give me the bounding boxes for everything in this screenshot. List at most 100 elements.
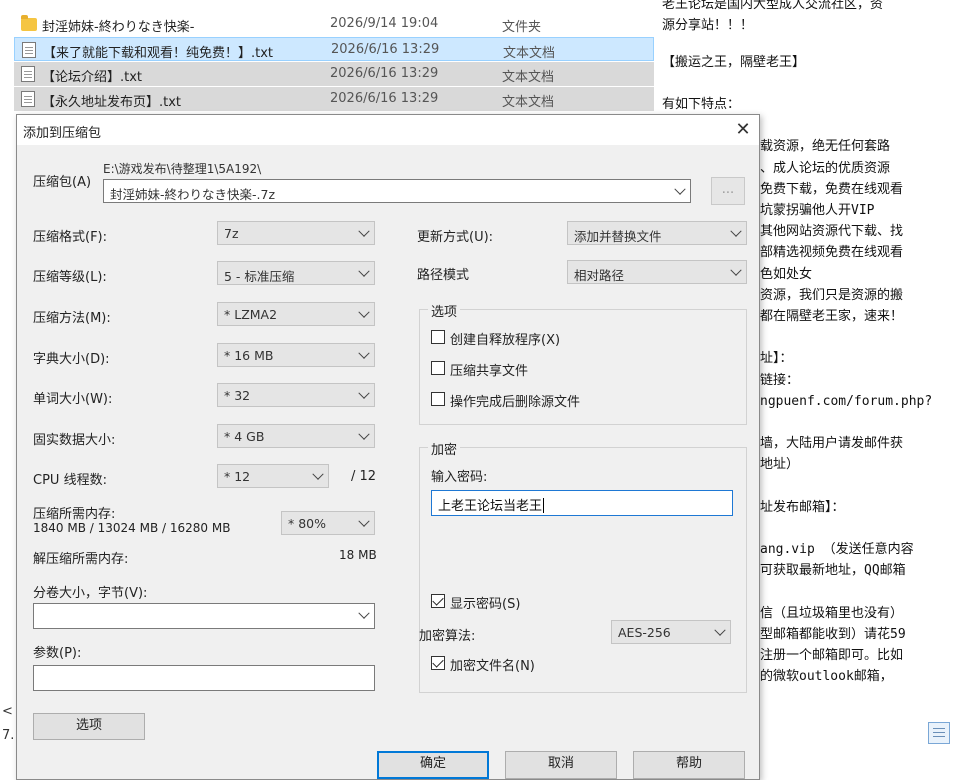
options-button[interactable]: 选项: [33, 713, 145, 740]
params-label: 参数(P):: [33, 646, 82, 661]
volume-size-combo[interactable]: [33, 603, 375, 629]
file-date: 2026/9/14 19:04: [330, 16, 439, 31]
chevron-down-icon: [358, 265, 370, 277]
method-label: 压缩方法(M):: [33, 311, 111, 326]
chevron-down-icon: [730, 225, 742, 237]
document-line: 信（且垃圾箱里也没有）: [760, 605, 904, 621]
word-label: 单词大小(W):: [33, 392, 113, 407]
solid-value: * 4 GB: [224, 429, 265, 444]
params-input[interactable]: [33, 665, 375, 691]
scroll-left-arrow[interactable]: <: [2, 704, 13, 719]
show-password-label[interactable]: 显示密码(S): [450, 593, 520, 612]
update-value: 添加并替换文件: [574, 229, 662, 244]
file-explorer-list: 封淫姉妹-終わりなき快楽- 2026/9/14 19:04 文件夹 【来了就能下…: [0, 0, 760, 112]
archive-path: E:\游戏发布\待整理1\5A192\: [103, 162, 262, 176]
level-select[interactable]: 5 - 标准压缩: [217, 261, 375, 285]
encrypt-names-label[interactable]: 加密文件名(N): [450, 655, 535, 674]
file-type: 文本文档: [503, 46, 556, 61]
file-date: 2026/6/16 13:29: [330, 66, 439, 81]
mem-percent-select[interactable]: * 80%: [281, 511, 375, 535]
archive-name-combo[interactable]: 封淫姉妹-終わりなき快楽-.7z: [103, 179, 691, 203]
help-button[interactable]: 帮助: [633, 751, 745, 779]
path-value: 相对路径: [574, 268, 625, 283]
browse-button[interactable]: ...: [711, 177, 745, 205]
word-value: * 32: [224, 388, 251, 403]
document-line: 、成人论坛的优质资源: [760, 160, 891, 176]
chevron-down-icon: [358, 306, 370, 318]
file-row[interactable]: 【永久地址发布页】.txt 2026/6/16 13:29 文本文档: [14, 87, 654, 111]
document-view-icon[interactable]: [928, 722, 950, 744]
decomp-value: 18 MB: [339, 548, 377, 562]
cpu-select[interactable]: * 12: [217, 464, 329, 488]
encrypt-names-checkbox[interactable]: [431, 656, 445, 670]
file-row[interactable]: 封淫姉妹-終わりなき快楽- 2026/9/14 19:04 文件夹: [14, 12, 654, 36]
document-line: 的微软outlook邮箱，: [760, 669, 893, 685]
algo-label: 加密算法:: [419, 629, 476, 644]
close-icon[interactable]: ✕: [729, 117, 757, 143]
status-fragment: 7.: [2, 728, 15, 743]
encryption-group-title: 加密: [428, 439, 461, 458]
update-select[interactable]: 添加并替换文件: [567, 221, 747, 245]
document-line: 墙，大陆用户请发邮件获: [760, 436, 904, 452]
archive-name-value: 封淫姉妹-終わりなき快楽-.7z: [110, 187, 276, 202]
chevron-down-icon: [730, 264, 742, 276]
shared-label[interactable]: 压缩共享文件: [450, 360, 528, 379]
mem-values: 1840 MB / 13024 MB / 16280 MB: [33, 521, 231, 535]
dialog-titlebar[interactable]: 添加到压缩包 ✕: [17, 115, 759, 145]
chevron-down-icon: [674, 183, 686, 195]
update-label: 更新方式(U):: [417, 230, 494, 245]
algo-select[interactable]: AES-256: [611, 620, 731, 644]
shared-checkbox[interactable]: [431, 361, 445, 375]
word-select[interactable]: * 32: [217, 383, 375, 407]
document-line: 免费下载，免费在线观看: [760, 181, 904, 197]
document-line: 址发布邮箱】：: [760, 499, 845, 515]
algo-value: AES-256: [618, 625, 671, 640]
delete-source-checkbox[interactable]: [431, 392, 445, 406]
format-select[interactable]: 7z: [217, 221, 375, 245]
show-password-checkbox[interactable]: [431, 594, 445, 608]
cpu-value: * 12: [224, 469, 251, 484]
solid-select[interactable]: * 4 GB: [217, 424, 375, 448]
chevron-down-icon: [358, 607, 370, 619]
file-name: 【来了就能下载和观看！纯免费！】.txt: [43, 46, 274, 61]
password-input[interactable]: 上老王论坛当老王: [431, 490, 733, 516]
path-select[interactable]: 相对路径: [567, 260, 747, 284]
file-type: 文件夹: [502, 20, 542, 35]
ok-button[interactable]: 确定: [377, 751, 489, 779]
file-row[interactable]: 【来了就能下载和观看！纯免费！】.txt 2026/6/16 13:29 文本文…: [14, 37, 654, 61]
document-line: 坑蒙拐骗他人开VIP: [760, 203, 875, 218]
file-type: 文本文档: [502, 95, 555, 110]
method-value: * LZMA2: [224, 307, 278, 322]
cancel-button[interactable]: 取消: [505, 751, 617, 779]
dict-select[interactable]: * 16 MB: [217, 343, 375, 367]
document-line: 其他网站资源代下载、找: [760, 224, 904, 240]
document-line: 资源，我们只是资源的搬: [760, 287, 904, 303]
sfx-checkbox[interactable]: [431, 330, 445, 344]
mem-label: 压缩所需内存:: [33, 507, 116, 522]
file-row[interactable]: 【论坛介绍】.txt 2026/6/16 13:29 文本文档: [14, 62, 654, 86]
chevron-down-icon: [358, 347, 370, 359]
text-file-icon: [21, 91, 35, 107]
document-line: 老王论坛是国内大型成人交流社区，资: [662, 0, 884, 12]
dict-value: * 16 MB: [224, 348, 274, 363]
cpu-max: / 12: [351, 469, 377, 484]
delete-source-label[interactable]: 操作完成后删除源文件: [450, 391, 580, 410]
sfx-label[interactable]: 创建自释放程序(X): [450, 329, 560, 348]
chevron-down-icon: [312, 468, 324, 480]
document-line: 色如处女: [760, 266, 813, 282]
document-line: 源分享站！！！: [662, 18, 754, 33]
document-line: ang.vip （发送任意内容: [760, 542, 914, 558]
chevron-down-icon: [358, 428, 370, 440]
text-cursor: [543, 498, 545, 513]
file-name: 【永久地址发布页】.txt: [42, 95, 182, 110]
format-value: 7z: [224, 226, 239, 241]
path-label: 路径模式: [417, 268, 470, 283]
file-name: 封淫姉妹-終わりなき快楽-: [42, 20, 195, 35]
document-line: 部精选视频免费在线观看: [760, 245, 904, 261]
level-label: 压缩等级(L):: [33, 270, 107, 285]
method-select[interactable]: * LZMA2: [217, 302, 375, 326]
document-line: 都在隔壁老王家，速来！: [760, 309, 904, 324]
format-label: 压缩格式(F):: [33, 230, 108, 245]
document-line: 载资源，绝无任何套路: [760, 139, 891, 155]
solid-label: 固实数据大小:: [33, 433, 116, 448]
